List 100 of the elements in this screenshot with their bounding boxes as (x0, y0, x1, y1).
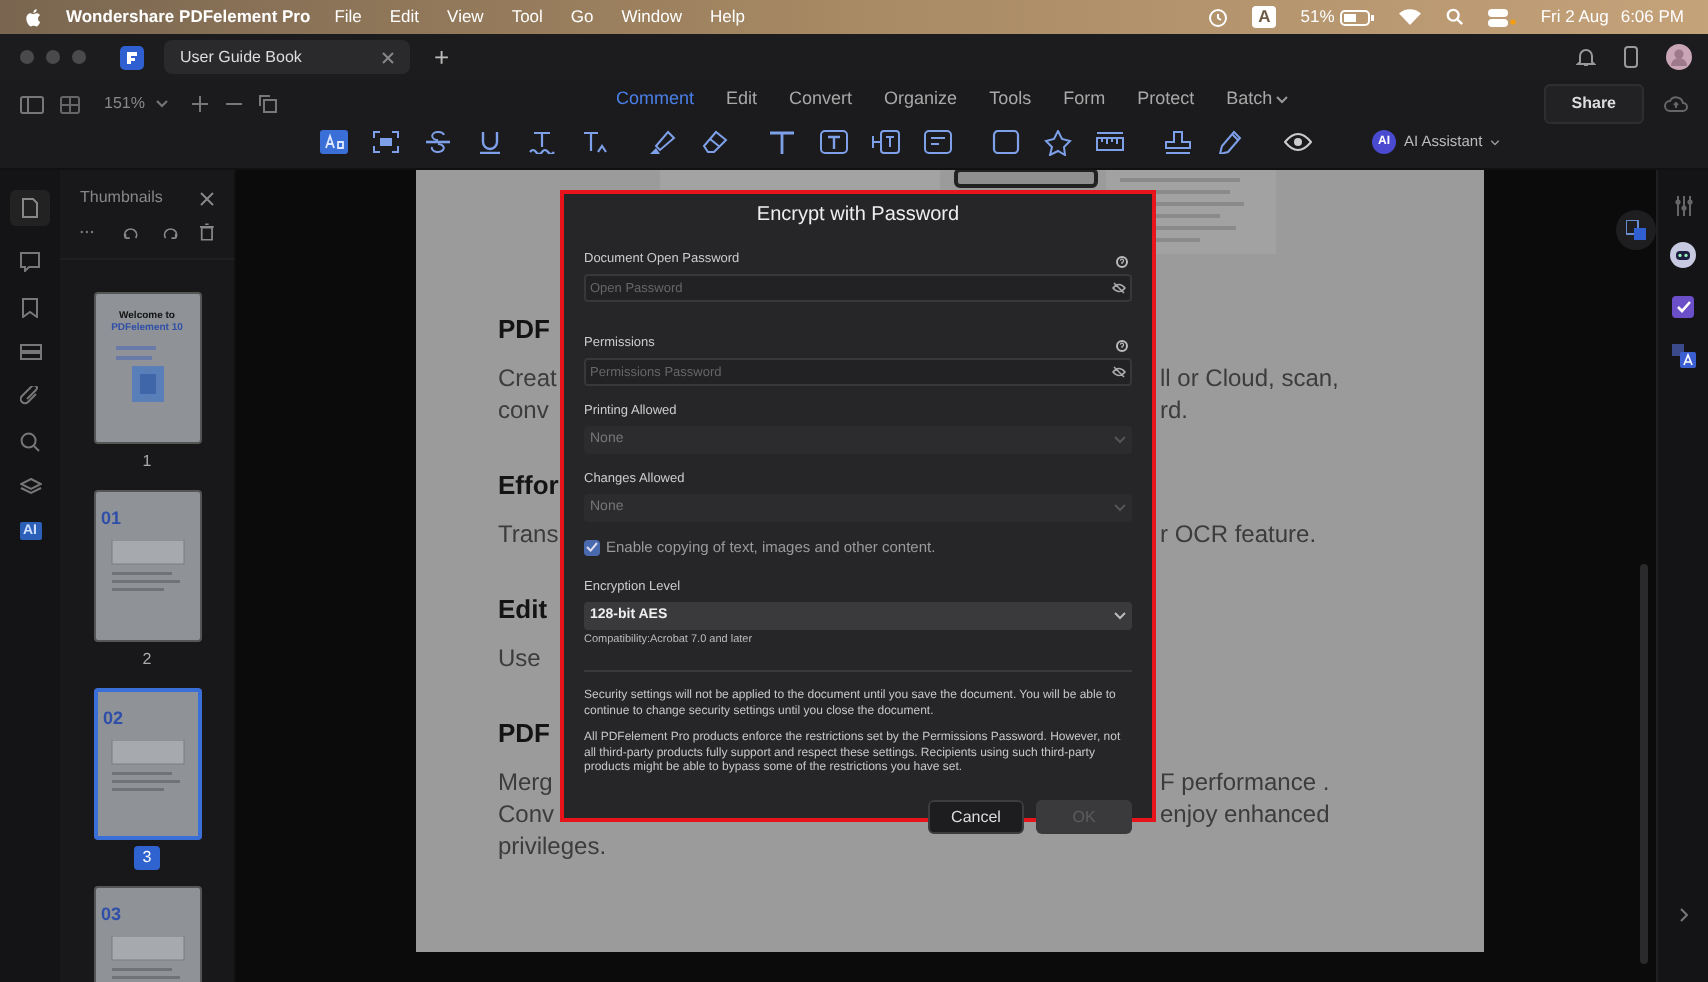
highlight-text-icon[interactable] (320, 130, 348, 154)
hidden-eye-icon[interactable] (1112, 366, 1126, 378)
page-thumbnail[interactable]: 03 (93, 886, 201, 982)
highlighter-pen-icon[interactable] (648, 130, 676, 154)
share-button[interactable]: Share (1543, 84, 1644, 124)
eraser-icon[interactable] (700, 130, 728, 154)
squiggly-underline-icon[interactable] (528, 130, 556, 154)
underline-icon[interactable] (476, 130, 504, 154)
menu-item[interactable]: Go (570, 4, 594, 30)
app-name[interactable]: Wondershare PDFelement Pro (66, 4, 311, 30)
paperclip-icon[interactable] (20, 386, 40, 406)
mode-tab[interactable]: Batch (1226, 86, 1289, 113)
body-text: Merg (498, 766, 553, 798)
translate-icon[interactable] (1671, 344, 1695, 368)
signature-pen-icon[interactable] (1216, 130, 1244, 154)
mode-tab[interactable]: Comment (616, 86, 695, 113)
menu-item[interactable]: File (334, 4, 362, 30)
battery-percentage: 51% (1300, 4, 1335, 30)
page-thumbnail[interactable]: 02 (93, 688, 201, 840)
mode-tab[interactable]: Organize (884, 86, 958, 113)
hidden-eye-icon[interactable] (1112, 282, 1126, 294)
bookmark-icon[interactable] (22, 298, 38, 318)
document-word-icon (1626, 220, 1646, 240)
strikethrough-icon[interactable] (424, 130, 452, 154)
callout-icon[interactable] (872, 130, 900, 154)
page-thumbnail[interactable]: 01 (93, 490, 201, 642)
robot-icon[interactable] (1670, 242, 1696, 268)
menu-bar-clock[interactable]: 6:06 PM (1620, 4, 1684, 30)
convert-to-word-button[interactable] (1616, 210, 1656, 250)
body-text: conv (498, 394, 549, 426)
battery-icon[interactable] (1340, 9, 1375, 25)
mode-tab[interactable]: Protect (1137, 86, 1195, 113)
dialog-button[interactable]: Cancel (928, 800, 1024, 835)
chevron-down-icon[interactable] (1276, 95, 1289, 104)
menu-item[interactable]: Help (710, 4, 745, 30)
time-machine-icon[interactable] (1208, 7, 1229, 27)
bell-icon[interactable] (1576, 46, 1596, 68)
avatar-icon[interactable] (1666, 44, 1692, 70)
search-icon[interactable] (1446, 8, 1465, 26)
stamp-icon[interactable] (1164, 130, 1192, 154)
cloud-upload-icon[interactable] (1664, 94, 1688, 114)
close-tab-icon[interactable] (382, 51, 394, 63)
trash-icon[interactable] (200, 222, 214, 242)
stack-icon[interactable] (19, 478, 41, 496)
mode-tab[interactable]: Edit (726, 86, 758, 113)
section-heading: Edit (498, 594, 548, 626)
apple-logo-icon[interactable] (24, 7, 42, 27)
text-icon[interactable] (768, 130, 796, 154)
menu-item[interactable]: View (447, 4, 484, 30)
chevron-down-icon[interactable] (1114, 612, 1126, 621)
sticky-note-icon[interactable] (924, 130, 952, 154)
body-text: privileges. (498, 830, 607, 862)
comment-icon[interactable] (20, 252, 40, 272)
zoom-dropdown[interactable]: 151% (104, 92, 169, 116)
help-icon[interactable] (1116, 340, 1128, 352)
insert-text-icon[interactable] (580, 130, 608, 154)
new-tab-button[interactable]: + (434, 44, 450, 70)
close-icon[interactable] (200, 191, 214, 205)
page-preview-drawing (107, 936, 187, 982)
sidebar-toggle-icon[interactable] (20, 95, 44, 113)
page-icon[interactable] (10, 190, 50, 226)
chevron-right-icon[interactable] (1679, 908, 1687, 922)
search-icon[interactable] (20, 432, 40, 452)
area-highlight-icon[interactable] (372, 130, 400, 154)
thumbnail-text: 01 (101, 508, 122, 528)
body-text: Trans (498, 518, 559, 550)
settings-sliders-icon[interactable] (1673, 196, 1693, 216)
scrollbar[interactable] (1640, 564, 1648, 964)
menu-item[interactable]: Tool (511, 4, 543, 30)
checklist-icon[interactable] (1672, 294, 1694, 318)
body-text: ll or Cloud, scan, (1160, 362, 1341, 394)
grid-view-icon[interactable] (60, 95, 80, 113)
ruler-icon[interactable] (1096, 130, 1124, 154)
menu-bar-date[interactable]: Fri 2 Aug (1540, 4, 1609, 30)
phone-icon[interactable] (1624, 46, 1638, 68)
mode-tab[interactable]: Tools (989, 86, 1032, 113)
mode-tab[interactable]: Form (1063, 86, 1106, 113)
menu-item[interactable]: Edit (389, 4, 420, 30)
text-box-icon[interactable] (820, 130, 848, 154)
help-icon[interactable] (1116, 256, 1128, 268)
checkbox[interactable] (584, 539, 600, 556)
rotate-right-icon[interactable] (161, 223, 179, 241)
wifi-icon[interactable] (1398, 8, 1423, 26)
document-tab[interactable]: User Guide Book (164, 40, 410, 74)
mode-tab[interactable]: Convert (789, 86, 853, 113)
chevron-down-icon[interactable] (1490, 139, 1501, 145)
chevron-down-icon[interactable] (156, 100, 169, 108)
rotate-left-icon[interactable] (121, 223, 139, 241)
section-heading: PDF (498, 314, 550, 346)
menu-item[interactable]: Window (621, 4, 682, 30)
zoom-in-icon[interactable] (192, 96, 209, 112)
input-source-indicator[interactable]: A (1252, 6, 1277, 28)
section-heading: PDF (498, 718, 550, 750)
body-text: Creat (498, 362, 557, 394)
control-center-icon[interactable] (1488, 7, 1517, 27)
body-text: enjoy enhanced (1160, 798, 1332, 830)
eye-icon[interactable] (1284, 130, 1312, 154)
body-text: rd. (1160, 394, 1191, 426)
fit-page-icon[interactable] (258, 94, 279, 114)
layers-list-icon[interactable] (19, 344, 41, 360)
